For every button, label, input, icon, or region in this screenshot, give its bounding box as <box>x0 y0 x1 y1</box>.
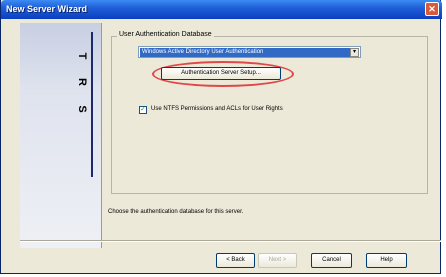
user-auth-group <box>111 36 428 194</box>
close-icon: ✕ <box>428 4 436 14</box>
instruction-text: Choose the authentication database for t… <box>108 209 244 215</box>
banner-line <box>91 32 93 177</box>
title-bar[interactable]: New Server Wizard ✕ <box>1 0 442 19</box>
next-button[interactable]: Next > <box>258 253 297 268</box>
banner-letter-s: S <box>76 105 88 113</box>
chevron-down-icon[interactable]: ▾ <box>350 48 359 57</box>
group-label: User Authentication Database <box>117 31 214 38</box>
help-button[interactable]: Help <box>366 253 407 268</box>
banner-letter-t: T <box>76 52 88 60</box>
back-button[interactable]: < Back <box>216 253 255 268</box>
ntfs-permissions-label[interactable]: Use NTFS Permissions and ACLs for User R… <box>151 106 283 112</box>
window-title: New Server Wizard <box>6 4 87 14</box>
ntfs-permissions-checkbox[interactable]: ✓ <box>139 106 147 114</box>
check-icon: ✓ <box>140 106 146 113</box>
dropdown-selected-value: Windows Active Directory User Authentica… <box>140 48 351 57</box>
auth-database-dropdown[interactable]: Windows Active Directory User Authentica… <box>138 46 361 58</box>
close-button[interactable]: ✕ <box>425 2 439 16</box>
wizard-side-banner <box>20 23 102 248</box>
footer-separator <box>20 240 441 242</box>
banner-letter-r: R <box>76 78 88 86</box>
cancel-button[interactable]: Cancel <box>311 253 352 268</box>
auth-server-setup-button[interactable]: Authentication Server Setup... <box>161 67 281 80</box>
